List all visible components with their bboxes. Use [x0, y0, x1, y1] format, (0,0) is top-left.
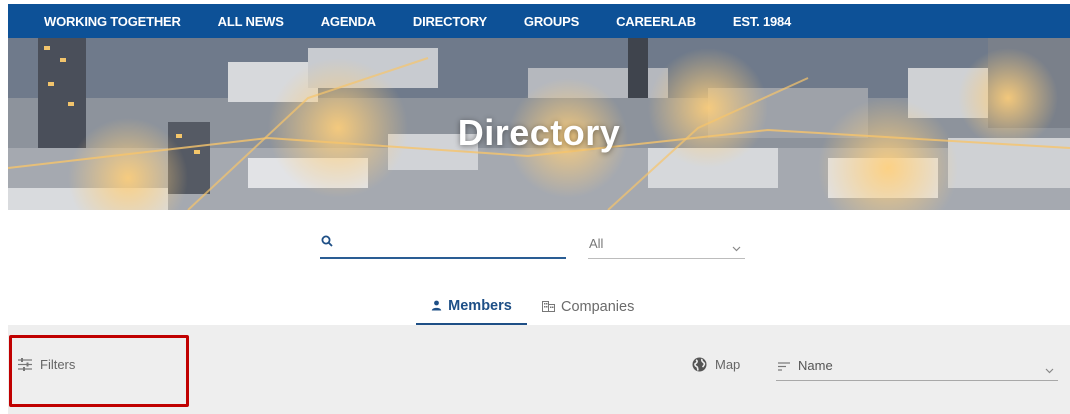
nav-item-all-news[interactable]: ALL NEWS — [218, 14, 284, 29]
top-navigation: WORKING TOGETHER ALL NEWS AGENDA DIRECTO… — [8, 4, 1070, 38]
nav-item-agenda[interactable]: AGENDA — [321, 14, 376, 29]
nav-item-careerlab[interactable]: CAREERLAB — [616, 14, 696, 29]
nav-item-groups[interactable]: GROUPS — [524, 14, 579, 29]
results-toolbar: Filters Map Name — [8, 325, 1070, 414]
sort-select-value: Name — [798, 358, 833, 373]
tab-members[interactable]: Members — [416, 288, 527, 325]
nav-item-est-1984[interactable]: EST. 1984 — [733, 14, 791, 29]
filters-label: Filters — [40, 357, 76, 372]
scope-select[interactable]: All — [588, 228, 745, 259]
search-input[interactable] — [342, 230, 562, 256]
hero-banner: Directory — [8, 38, 1070, 210]
globe-icon — [692, 357, 707, 372]
page-title: Directory — [457, 112, 621, 153]
tab-members-label: Members — [448, 297, 512, 314]
chevron-down-icon — [732, 239, 741, 257]
scope-select-value: All — [589, 236, 604, 251]
sort-select[interactable]: Name — [776, 349, 1058, 381]
tab-companies-label: Companies — [561, 298, 635, 315]
person-icon — [431, 300, 442, 311]
building-icon — [542, 301, 555, 312]
page: WORKING TOGETHER ALL NEWS AGENDA DIRECTO… — [8, 4, 1070, 414]
filters-button[interactable]: Filters — [18, 357, 75, 372]
nav-item-directory[interactable]: DIRECTORY — [413, 14, 487, 29]
map-button[interactable]: Map — [692, 357, 740, 372]
sliders-icon — [18, 358, 32, 371]
nav-item-working-together[interactable]: WORKING TOGETHER — [44, 14, 181, 29]
tab-companies[interactable]: Companies — [542, 288, 640, 325]
sort-icon — [778, 358, 790, 376]
search-icon — [321, 234, 333, 252]
map-label: Map — [715, 357, 741, 372]
search-field[interactable] — [320, 228, 566, 259]
chevron-down-icon — [1045, 361, 1054, 379]
